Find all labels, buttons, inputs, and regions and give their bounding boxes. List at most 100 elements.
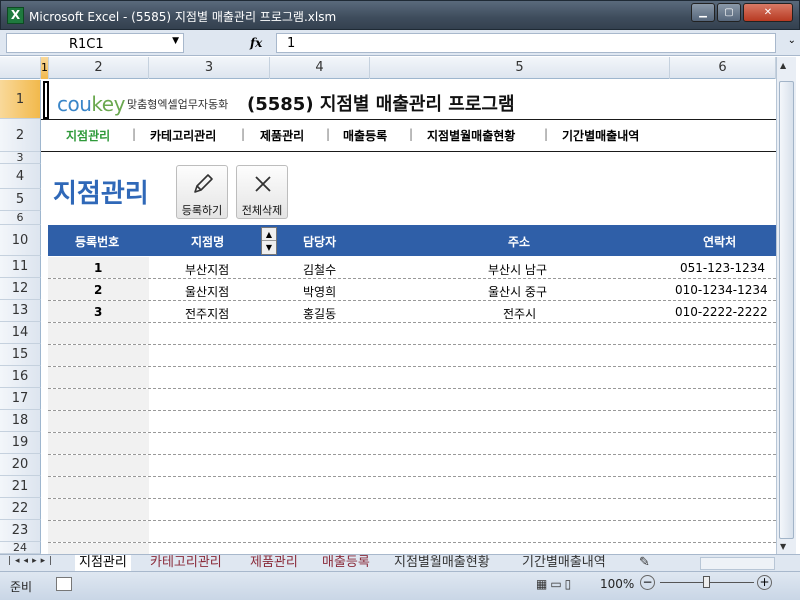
row-header[interactable]: 4 (0, 164, 41, 189)
insert-function-icon[interactable]: fx (250, 36, 262, 50)
table-row[interactable]: 1 부산지점 김철수 부산시 남구 051-123-1234 (48, 257, 776, 279)
nav-separator: | (326, 127, 331, 141)
row-header[interactable]: 17 (0, 388, 41, 410)
table-row[interactable] (48, 367, 776, 389)
column-header[interactable]: 5 (370, 57, 670, 79)
row-header[interactable]: 19 (0, 432, 41, 454)
row-header[interactable]: 21 (0, 476, 41, 498)
vertical-scrollbar[interactable]: ▲ ▼ (776, 57, 796, 554)
coukey-logo: coukey (57, 92, 125, 116)
delete-all-button[interactable]: 전체삭제 (236, 165, 288, 219)
tab-navigation-icon[interactable]: |◂◂▸▸| (8, 556, 56, 566)
sort-spinner[interactable]: ▲ ▼ (261, 227, 277, 255)
table-row[interactable]: 2 울산지점 박영희 울산시 중구 010-1234-1234 (48, 279, 776, 301)
table-row[interactable] (48, 345, 776, 367)
row-header[interactable]: 13 (0, 300, 41, 322)
zoom-slider-handle[interactable] (703, 576, 710, 588)
window-title: Microsoft Excel - (5585) 지점별 매출관리 프로그램.x… (29, 10, 337, 24)
table-row[interactable] (48, 499, 776, 521)
new-sheet-icon[interactable]: ✎ (635, 555, 654, 571)
table-row[interactable] (48, 477, 776, 499)
close-button[interactable]: ✕ (743, 3, 793, 22)
row-header[interactable]: 23 (0, 520, 41, 542)
formula-input[interactable]: 1 (276, 33, 776, 53)
column-header[interactable]: 6 (670, 57, 776, 79)
row-header[interactable]: 1 (0, 80, 41, 119)
tab-sales-entry[interactable]: 매출등록 (318, 555, 374, 571)
maximize-button[interactable]: ▢ (717, 3, 741, 22)
tab-monthly-by-branch[interactable]: 지점별월매출현황 (390, 555, 494, 571)
worksheet[interactable]: coukey 맞춤형엑셀업무자동화 (5585) 지점별 매출관리 프로그램 지… (41, 80, 776, 554)
row-header[interactable]: 18 (0, 410, 41, 432)
tab-product[interactable]: 제품관리 (246, 555, 302, 571)
scroll-up-icon[interactable]: ▲ (780, 61, 786, 70)
table-row[interactable] (48, 543, 776, 554)
table-header: 등록번호 지점명 ▲ ▼ 담당자 주소 연락처 (48, 225, 776, 256)
expand-formula-bar-icon[interactable]: ⌄ (788, 35, 796, 46)
row-header[interactable]: 5 (0, 189, 41, 211)
column-title: 담당자 (303, 235, 337, 249)
scroll-down-icon[interactable]: ▼ (780, 542, 786, 551)
nav-item-period-sales[interactable]: 기간별매출내역 (562, 127, 639, 144)
slogan: 맞춤형엑셀업무자동화 (127, 98, 229, 111)
nav-item-product[interactable]: 제품관리 (260, 127, 304, 144)
column-header[interactable]: 1 (41, 57, 49, 79)
nav-item-category[interactable]: 카테고리관리 (150, 127, 216, 144)
row-header[interactable]: 16 (0, 366, 41, 388)
cell-contact: 051-123-1234 (680, 261, 766, 275)
table-row[interactable] (48, 389, 776, 411)
zoom-level[interactable]: 100% (600, 577, 634, 591)
table-row[interactable]: 3 전주지점 홍길동 전주시 010-2222-2222 (48, 301, 776, 323)
register-button[interactable]: 등록하기 (176, 165, 228, 219)
row-header[interactable]: 15 (0, 344, 41, 366)
nav-item-branch[interactable]: 지점관리 (66, 127, 110, 144)
cell-address: 부산시 남구 (488, 263, 548, 277)
pencil-icon (194, 174, 213, 193)
scrollbar-thumb[interactable] (779, 81, 794, 539)
select-all-corner[interactable] (0, 57, 41, 79)
row-header[interactable]: 10 (0, 225, 41, 256)
status-bar: 준비 ▦▭▯ 100% − + (0, 571, 800, 600)
row-header[interactable]: 3 (0, 151, 41, 164)
tab-period-sales[interactable]: 기간별매출내역 (518, 555, 610, 571)
column-title: 지점명 (191, 235, 225, 249)
table-row[interactable] (48, 521, 776, 543)
spin-up-icon[interactable]: ▲ (262, 228, 276, 241)
table-row[interactable] (48, 411, 776, 433)
table-row[interactable] (48, 323, 776, 345)
horizontal-scrollbar[interactable] (700, 557, 775, 570)
row-header[interactable]: 6 (0, 211, 41, 225)
row-header[interactable]: 22 (0, 498, 41, 520)
column-title: 등록번호 (75, 235, 120, 249)
nav-item-sales-entry[interactable]: 매출등록 (343, 127, 387, 144)
tab-category[interactable]: 카테고리관리 (146, 555, 226, 571)
nav-item-monthly-by-branch[interactable]: 지점별월매출현황 (427, 127, 515, 144)
name-box[interactable]: R1C1 ▼ (6, 33, 184, 53)
column-header[interactable]: 2 (49, 57, 149, 79)
spin-down-icon[interactable]: ▼ (262, 241, 276, 254)
row-header[interactable]: 24 (0, 541, 41, 554)
cell-branch: 부산지점 (185, 263, 230, 277)
minimize-button[interactable]: ▁ (691, 3, 715, 22)
formula-value: 1 (287, 36, 296, 51)
sheet-tab-bar: |◂◂▸▸| 지점관리 카테고리관리 제품관리 매출등록 지점별월매출현황 기간… (0, 554, 800, 571)
row-header[interactable]: 14 (0, 322, 41, 344)
formula-bar: R1C1 ▼ fx 1 ⌄ (0, 30, 800, 56)
row-header[interactable]: 2 (0, 119, 41, 152)
table-row[interactable] (48, 455, 776, 477)
zoom-out-icon[interactable]: − (640, 575, 655, 590)
view-mode-icons[interactable]: ▦▭▯ (536, 577, 574, 591)
table-row[interactable] (48, 433, 776, 455)
row-header[interactable]: 12 (0, 278, 41, 300)
excel-app-icon[interactable]: X (7, 7, 24, 24)
chevron-down-icon[interactable]: ▼ (172, 36, 179, 46)
row-header[interactable]: 11 (0, 256, 41, 278)
column-title: 주소 (508, 235, 531, 249)
name-box-value: R1C1 (69, 37, 104, 52)
tab-branch[interactable]: 지점관리 (75, 555, 131, 571)
column-header[interactable]: 4 (270, 57, 370, 79)
macro-record-icon[interactable] (56, 577, 72, 591)
row-header[interactable]: 20 (0, 454, 41, 476)
column-header[interactable]: 3 (149, 57, 270, 79)
zoom-in-icon[interactable]: + (757, 575, 772, 590)
